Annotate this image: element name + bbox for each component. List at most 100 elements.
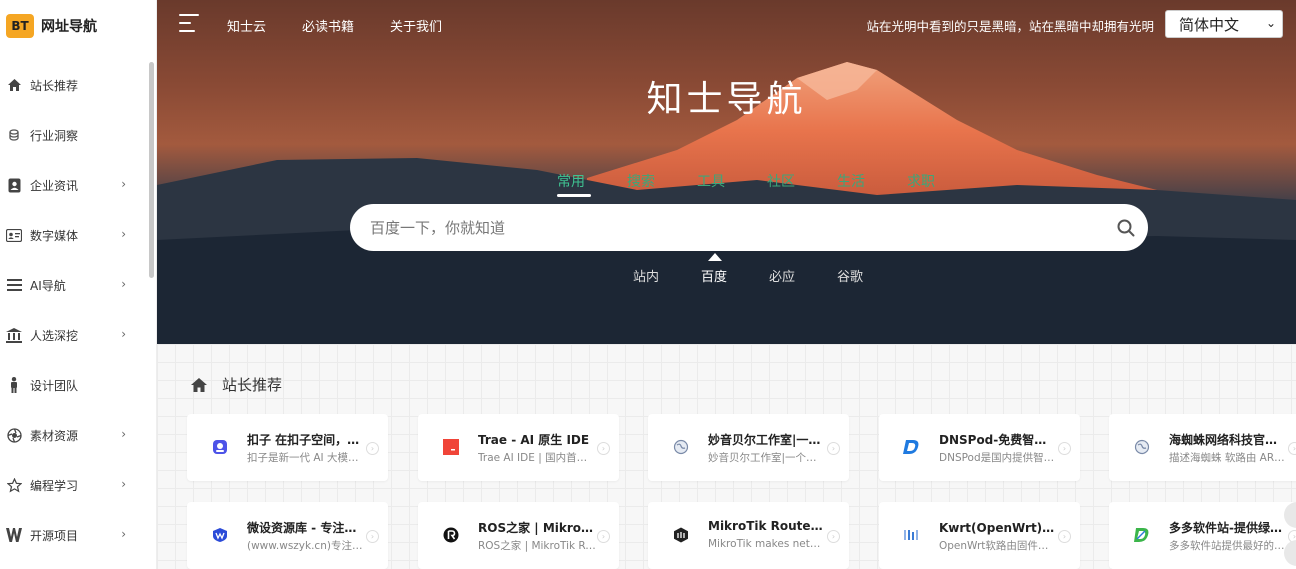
sidebar-item-label: AI导航 <box>30 278 66 293</box>
arrow-circle-icon[interactable]: › <box>1288 442 1296 455</box>
tab-tools[interactable]: 工具 <box>697 171 725 191</box>
globe-icon <box>1133 438 1151 456</box>
card-description: 描述海蜘蛛 软路由 ARP… <box>1169 452 1287 464</box>
card-title: Trae - AI 原生 IDE <box>478 433 590 447</box>
engine-baidu[interactable]: 百度 <box>701 266 727 285</box>
arrow-circle-icon[interactable]: › <box>597 442 610 455</box>
card-title: DNSPod-免费智能… <box>939 433 1057 447</box>
site-card[interactable]: 微设资源库 - 专注海… (www.wszyk.cn)专注于… › <box>187 502 388 569</box>
chevron-right-icon: › <box>121 277 126 291</box>
content-area: 站长推荐 扣子 在扣子空间，… 扣子是新一代 AI 大模型… › Trae - … <box>157 344 1296 569</box>
card-title: 微设资源库 - 专注海… <box>247 521 365 535</box>
sidebar-item-ai[interactable]: AI导航 › <box>0 260 150 310</box>
card-title: 海蜘蛛网络科技官方… <box>1169 433 1287 447</box>
sidebar-item-design[interactable]: 设计团队 <box>0 360 150 410</box>
sidebar-item-programming[interactable]: 编程学习 › <box>0 460 150 510</box>
sidebar-item-insight[interactable]: 行业洞察 <box>0 110 150 160</box>
sidebar-item-label: 企业资讯 <box>30 178 79 193</box>
card-description: 多多软件站提供最好的… <box>1169 540 1285 552</box>
engine-bing[interactable]: 必应 <box>769 266 795 285</box>
arrow-circle-icon[interactable]: › <box>1058 530 1071 543</box>
site-card[interactable]: 扣子 在扣子空间，… 扣子是新一代 AI 大模型… › <box>187 414 388 481</box>
bank-icon <box>6 327 22 343</box>
card-description: 妙音贝尔工作室|一个面… <box>708 452 826 464</box>
nav-link-about[interactable]: 关于我们 <box>390 16 442 35</box>
chevron-right-icon: › <box>121 227 126 241</box>
ros-icon <box>442 526 460 544</box>
site-card[interactable]: MikroTik Routers … MikroTik makes netwo…… <box>648 502 849 569</box>
engine-site[interactable]: 站内 <box>633 266 659 285</box>
sidebar-item-materials[interactable]: 素材资源 › <box>0 410 150 460</box>
card-title: 多多软件站-提供绿… <box>1169 521 1282 535</box>
tab-search[interactable]: 搜索 <box>627 171 655 191</box>
sidebar-item-opensource[interactable]: 开源项目 › <box>0 510 150 560</box>
sidebar-item-label: 数字媒体 <box>30 228 79 243</box>
tab-common[interactable]: 常用 <box>557 171 585 191</box>
nav-link-books[interactable]: 必读书籍 <box>302 16 354 35</box>
arrow-circle-icon[interactable]: › <box>1058 442 1071 455</box>
sidebar-item-label: 开源项目 <box>30 528 79 543</box>
arrow-circle-icon[interactable]: › <box>827 442 840 455</box>
card-description: 扣子是新一代 AI 大模型… <box>247 452 365 464</box>
search-icon[interactable] <box>1116 218 1136 238</box>
language-select[interactable]: 简体中文 ⌄ <box>1165 10 1283 38</box>
hero-banner: 知士云 必读书籍 关于我们 站在光明中看到的只是黑暗，站在黑暗中却拥有光明 简体… <box>157 0 1296 344</box>
mountain-background <box>157 62 1296 344</box>
site-card[interactable]: 妙音贝尔工作室|一… 妙音贝尔工作室|一个面… › <box>648 414 849 481</box>
logo-text: 网址导航 <box>41 19 97 35</box>
card-description: OpenWrt软路由固件下… <box>939 540 1057 552</box>
sidebar: BT 网址导航 站长推荐 行业洞察 企业资讯 › 数字媒体 › AI导航 › 人… <box>0 0 157 569</box>
sidebar-item-label: 设计团队 <box>30 378 79 393</box>
person-icon <box>6 377 22 393</box>
arrow-circle-icon[interactable]: › <box>366 442 379 455</box>
section-title: 站长推荐 <box>222 376 283 394</box>
logo[interactable]: BT 网址导航 <box>0 0 156 52</box>
nav-link-zhishiyun[interactable]: 知士云 <box>227 16 266 35</box>
card-title: 妙音贝尔工作室|一… <box>708 433 821 447</box>
dnspod-icon <box>903 438 921 456</box>
chevron-right-icon: › <box>121 427 126 441</box>
globe-icon <box>672 438 690 456</box>
wszyk-icon <box>211 526 229 544</box>
search-input[interactable] <box>370 216 1090 240</box>
chevron-right-icon: › <box>121 527 126 541</box>
language-value: 简体中文 <box>1179 15 1240 34</box>
menu-icon[interactable] <box>179 14 199 32</box>
tab-life[interactable]: 生活 <box>837 171 865 191</box>
active-tab-indicator <box>557 194 591 197</box>
logo-badge: BT <box>6 14 34 38</box>
sidebar-item-talent[interactable]: 人选深挖 › <box>0 310 150 360</box>
card-description: (www.wszyk.cn)专注于… <box>247 540 365 552</box>
id-badge-icon <box>6 177 22 193</box>
tab-jobs[interactable]: 求职 <box>907 171 935 191</box>
id-card-icon <box>6 227 22 243</box>
sidebar-item-label: 素材资源 <box>30 428 79 443</box>
sidebar-item-label: 行业洞察 <box>30 128 79 143</box>
site-card[interactable]: 海蜘蛛网络科技官方… 描述海蜘蛛 软路由 ARP… › <box>1109 414 1296 481</box>
tab-community[interactable]: 社区 <box>767 171 795 191</box>
section-header: 站长推荐 <box>190 374 282 395</box>
sidebar-item-label: 人选深挖 <box>30 328 79 343</box>
coin-icon <box>6 127 22 143</box>
home-icon <box>6 77 22 93</box>
card-description: DNSPod是国内提供智… <box>939 452 1055 464</box>
home-icon <box>191 377 207 392</box>
arrow-circle-icon[interactable]: › <box>366 530 379 543</box>
arrow-circle-icon[interactable]: › <box>827 530 840 543</box>
site-card[interactable]: ROS之家 | MikroTi… ROS之家 | MikroTik Ro… › <box>418 502 619 569</box>
site-card[interactable]: DNSPod-免费智能… DNSPod是国内提供智… › <box>879 414 1080 481</box>
sidebar-item-media[interactable]: 数字媒体 › <box>0 210 150 260</box>
site-card[interactable]: Trae - AI 原生 IDE Trae AI IDE | 国内首款A… › <box>418 414 619 481</box>
sidebar-item-enterprise[interactable]: 企业资讯 › <box>0 160 150 210</box>
trae-icon <box>442 438 460 456</box>
arrow-circle-icon[interactable]: › <box>597 530 610 543</box>
engine-google[interactable]: 谷歌 <box>837 266 863 285</box>
site-card[interactable]: Kwrt(OpenWrt)软… OpenWrt软路由固件下… › <box>879 502 1080 569</box>
site-title: 知士导航 <box>646 79 807 120</box>
bars-icon <box>6 277 22 293</box>
sidebar-menu: 站长推荐 行业洞察 企业资讯 › 数字媒体 › AI导航 › 人选深挖 › 设计… <box>0 60 150 560</box>
sidebar-item-label: 站长推荐 <box>30 78 79 93</box>
sidebar-item-recommend[interactable]: 站长推荐 <box>0 60 150 110</box>
kwrt-icon <box>903 526 921 544</box>
site-card[interactable]: 多多软件站-提供绿… 多多软件站提供最好的… › <box>1109 502 1296 569</box>
